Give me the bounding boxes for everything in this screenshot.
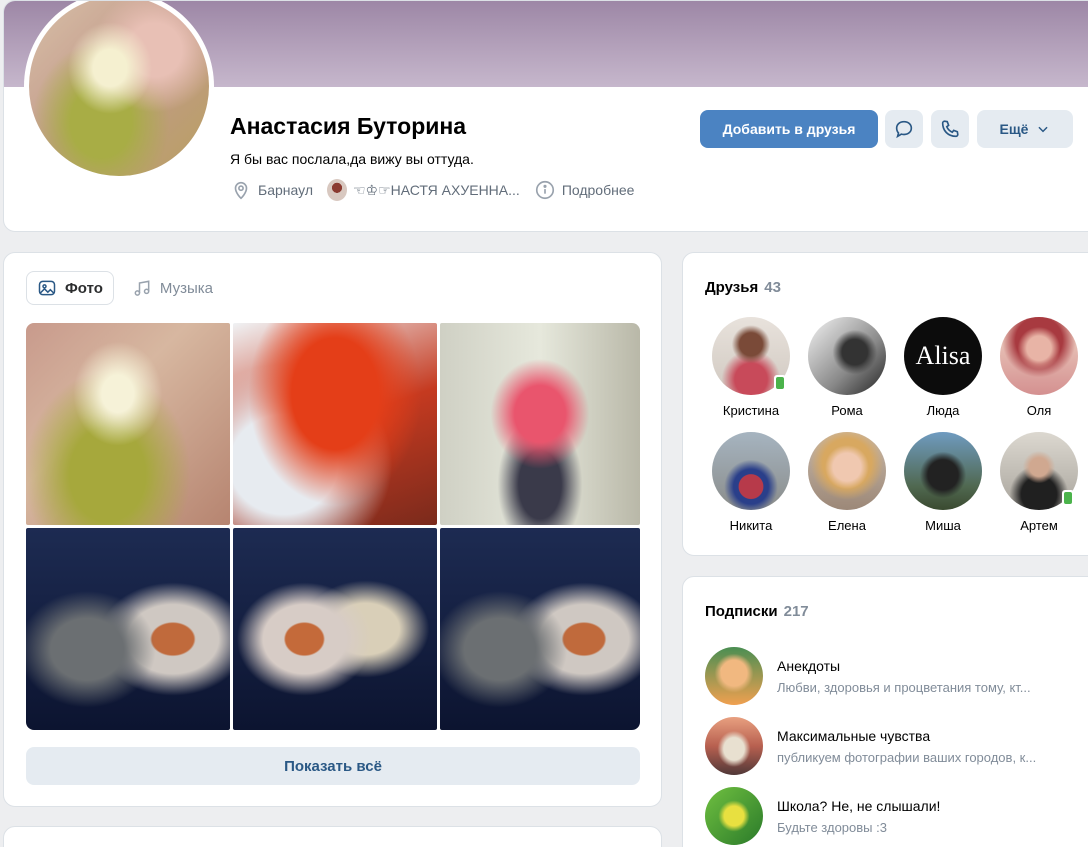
photo-thumbnail[interactable] (26, 528, 230, 730)
subscription-name: Школа? Не, не слышали! (777, 797, 941, 814)
subscription-name: Анекдоты (777, 657, 841, 674)
subscriptions-list: Анекдоты Любви, здоровья и процветания т… (705, 641, 1067, 847)
more-button-label: Ещё (999, 121, 1029, 137)
profile-avatar-frame (24, 1, 214, 181)
phone-icon (941, 120, 959, 138)
subscription-item[interactable]: Анекдоты Любви, здоровья и процветания т… (705, 641, 1067, 711)
community-avatar (326, 179, 347, 201)
friend-avatar (712, 432, 790, 510)
subscription-desc: Будьте здоровы :3 (777, 819, 887, 835)
info-icon (535, 180, 554, 200)
friend-name: Елена (828, 518, 866, 533)
profile-community-label: ☜♔☞НАСТЯ АХУЕННА... (352, 181, 520, 198)
friend-avatar-logo-text: Alisa (915, 341, 971, 370)
friend-avatar (1000, 432, 1078, 510)
subscription-name: Максимальные чувства (777, 727, 931, 744)
friend-name: Люда (926, 403, 960, 418)
chevron-down-icon (1038, 126, 1049, 133)
photo-thumbnail[interactable] (26, 323, 230, 525)
subscription-desc: публикуем фотографии ваших городов, к... (777, 749, 1037, 765)
tab-music-label: Музыка (159, 279, 213, 297)
friend-name: Кристина (722, 403, 780, 418)
subscription-text: Максимальные чувства публикуем фотографи… (777, 728, 1067, 765)
friend-name: Рома (831, 403, 863, 418)
friend-avatar (904, 432, 982, 510)
subscription-desc: Любви, здоровья и процветания тому, кт..… (777, 679, 1031, 695)
friend-name: Миша (925, 518, 961, 533)
subscriptions-card: Подписки 217 Анекдоты Любви, здоровья и п… (682, 576, 1088, 847)
photo-icon (38, 280, 56, 296)
friends-title-label: Друзья (705, 279, 759, 296)
friend-item[interactable]: Рома (799, 317, 895, 418)
subscriptions-count: 217 (783, 603, 809, 620)
friend-name: Никита (729, 518, 773, 533)
photo-grid (26, 323, 640, 731)
subscription-text: Анекдоты Любви, здоровья и процветания т… (777, 658, 1067, 695)
friend-avatar (1000, 317, 1078, 395)
message-button[interactable] (885, 110, 923, 148)
tab-photos-label: Фото (65, 279, 103, 297)
friend-item[interactable]: Alisa Люда (895, 317, 991, 418)
subscription-item[interactable]: Школа? Не, не слышали! Будьте здоровы :3 (705, 781, 1067, 847)
friend-item[interactable]: Кристина (703, 317, 799, 418)
friend-name: Артем (1020, 518, 1058, 533)
friend-name: Оля (1026, 403, 1052, 418)
profile-city[interactable]: Барнаул (230, 179, 313, 201)
wall-card (3, 826, 662, 847)
online-mobile-icon (1062, 490, 1074, 506)
photos-card: Фото Музыка Показать всё (3, 252, 662, 807)
location-pin-icon (234, 181, 248, 200)
subscriptions-title[interactable]: Подписки 217 (705, 603, 809, 620)
photos-tabs: Фото Музыка (26, 271, 223, 305)
show-all-photos-button[interactable]: Показать всё (26, 747, 640, 785)
message-icon (895, 120, 913, 139)
friends-count: 43 (764, 279, 781, 296)
subscription-text: Школа? Не, не слышали! Будьте здоровы :3 (777, 798, 1067, 835)
subscription-item[interactable]: Максимальные чувства публикуем фотографи… (705, 711, 1067, 781)
friend-item[interactable]: Миша (895, 432, 991, 533)
profile-details-link[interactable]: Подробнее (534, 179, 635, 201)
profile-status: Я бы вас послала,да вижу вы оттуда. (230, 151, 474, 167)
call-button[interactable] (931, 110, 969, 148)
subscription-avatar (705, 717, 763, 775)
friends-card: Друзья 43 Кристина Рома Alisa Люда Оля Ни… (682, 252, 1088, 556)
friend-avatar (808, 432, 886, 510)
friend-item[interactable]: Оля (991, 317, 1087, 418)
friend-item[interactable]: Никита (703, 432, 799, 533)
profile-community[interactable]: ☜♔☞НАСТЯ АХУЕННА... (326, 179, 520, 201)
friends-title[interactable]: Друзья 43 (705, 279, 781, 296)
profile-meta: Барнаул ☜♔☞НАСТЯ АХУЕННА... Подробнее (230, 179, 634, 201)
profile-details-label: Подробнее (561, 182, 635, 198)
profile-header: Анастасия Буторина Я бы вас послала,да в… (3, 0, 1088, 232)
photo-thumbnail[interactable] (440, 528, 640, 730)
subscription-avatar (705, 647, 763, 705)
friends-grid: Кристина Рома Alisa Люда Оля Никита Елен… (703, 317, 1087, 533)
profile-name: Анастасия Буторина (230, 113, 467, 139)
add-friend-button[interactable]: Добавить в друзья (700, 110, 878, 148)
friend-item[interactable]: Артем (991, 432, 1087, 533)
photo-thumbnail[interactable] (440, 323, 640, 525)
subscription-avatar (705, 787, 763, 845)
music-note-icon (134, 280, 150, 296)
subscriptions-title-label: Подписки (705, 603, 778, 620)
friend-item[interactable]: Елена (799, 432, 895, 533)
friend-avatar (712, 317, 790, 395)
more-button[interactable]: Ещё (977, 110, 1073, 148)
photo-thumbnail[interactable] (233, 323, 437, 525)
profile-city-label: Барнаул (258, 182, 313, 198)
friend-avatar (808, 317, 886, 395)
friend-avatar: Alisa (904, 317, 982, 395)
photo-thumbnail[interactable] (233, 528, 437, 730)
profile-avatar[interactable] (29, 1, 209, 176)
online-mobile-icon (774, 375, 786, 391)
tab-music[interactable]: Музыка (122, 271, 223, 305)
tab-photos[interactable]: Фото (26, 271, 114, 305)
